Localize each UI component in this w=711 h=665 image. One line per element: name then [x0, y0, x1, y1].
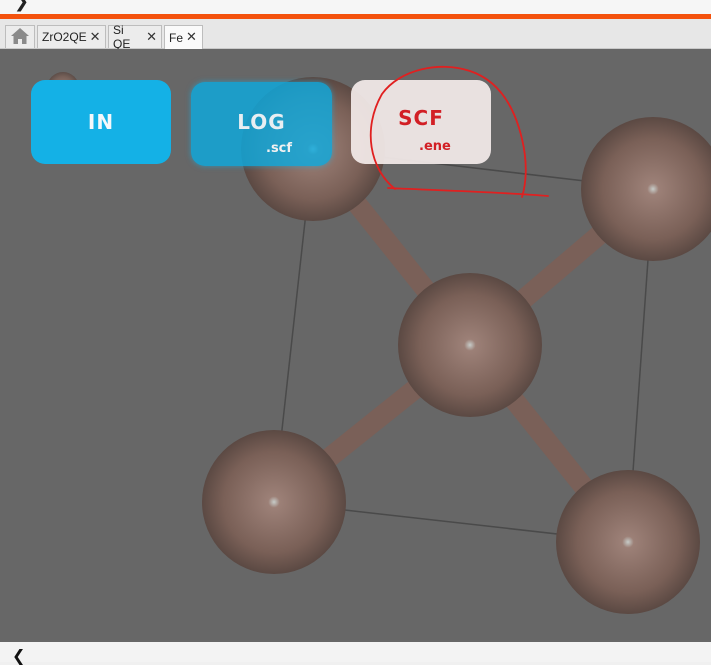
scf-button-label: SCF: [398, 106, 444, 130]
atom: [556, 470, 700, 614]
tab-si-qe[interactable]: Si QE ✕: [108, 23, 162, 51]
bottom-strip: ❮: [0, 642, 711, 665]
structure-viewer[interactable]: Fe IN LOG .scf SCF .ene: [0, 49, 711, 642]
close-icon[interactable]: ✕: [186, 30, 197, 45]
scf-button-sublabel: .ene: [419, 139, 451, 154]
close-icon[interactable]: ✕: [146, 30, 157, 45]
top-strip: ❯: [0, 0, 711, 14]
close-icon[interactable]: ✕: [90, 30, 101, 45]
atom: [398, 273, 542, 417]
tab-label: Fe: [169, 30, 184, 45]
tab-fe[interactable]: Fe ✕: [164, 25, 203, 49]
log-button-label: LOG: [237, 110, 286, 134]
tab-zro2qe[interactable]: ZrO2QE ✕: [37, 25, 106, 48]
home-icon: [10, 27, 30, 48]
in-button-label: IN: [87, 110, 115, 134]
tab-home[interactable]: [5, 25, 35, 48]
in-button[interactable]: IN: [31, 80, 171, 164]
tab-bar: ZrO2QE ✕ Si QE ✕ Fe ✕: [0, 19, 711, 51]
atom: [202, 430, 346, 574]
log-button-sublabel: .scf: [266, 141, 293, 156]
chevron-right-icon[interactable]: ❯: [14, 0, 29, 12]
scf-button[interactable]: SCF .ene: [351, 80, 491, 164]
chevron-left-icon[interactable]: ❮: [12, 646, 25, 665]
tab-label: Si QE: [113, 23, 131, 51]
log-button[interactable]: LOG .scf: [191, 82, 332, 166]
tab-label: ZrO2QE: [42, 30, 87, 44]
